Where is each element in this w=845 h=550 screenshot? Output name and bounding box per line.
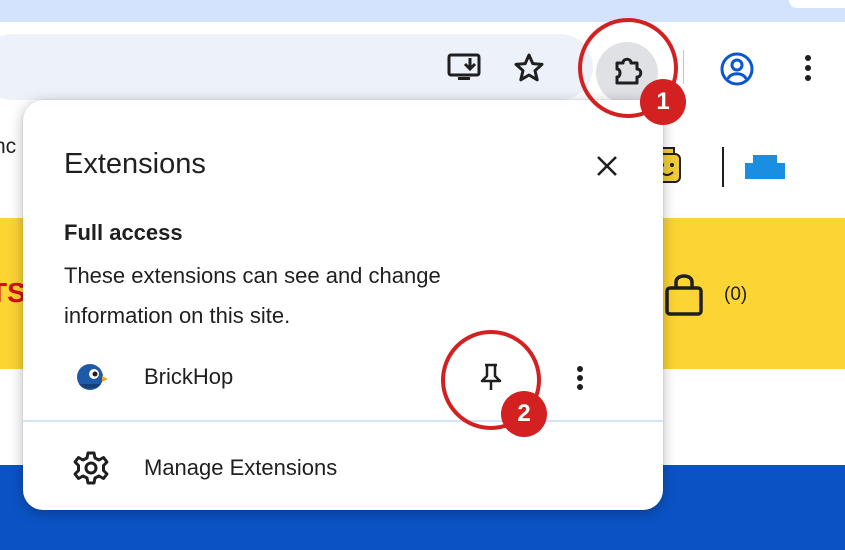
close-icon	[597, 156, 617, 176]
header-text-fragment: nc	[0, 135, 17, 158]
cart-count: (0)	[724, 284, 748, 305]
tab-edge	[789, 0, 845, 8]
profile-icon[interactable]	[717, 49, 757, 89]
toolbar-separator	[683, 50, 684, 84]
extension-name[interactable]: BrickHop	[144, 364, 233, 390]
extension-more-button[interactable]	[565, 360, 595, 396]
more-vert-icon	[577, 366, 583, 390]
section-title: Full access	[64, 220, 183, 245]
brick-logo-icon[interactable]	[742, 150, 788, 182]
more-menu-icon[interactable]	[795, 50, 821, 86]
popup-divider	[23, 420, 663, 422]
bird-logo-icon	[75, 362, 109, 397]
shopping-bag-icon[interactable]	[662, 270, 706, 318]
extensions-popup: Extensions Full access These extensions …	[23, 100, 663, 510]
tab-strip	[0, 0, 845, 22]
gear-icon	[73, 450, 109, 491]
manage-extensions-link[interactable]: Manage Extensions	[144, 455, 337, 481]
annotation-badge-1: 1	[640, 79, 686, 125]
address-bar[interactable]	[0, 34, 593, 100]
section-description: These extensions can see and change info…	[64, 263, 441, 328]
install-app-icon[interactable]	[444, 50, 484, 86]
annotation-badge-2: 2	[501, 391, 547, 437]
close-button[interactable]	[589, 148, 625, 184]
bookmark-star-icon[interactable]	[510, 50, 548, 86]
header-separator	[722, 147, 724, 187]
popup-title: Extensions	[64, 148, 206, 180]
nav-text-fragment: TS	[0, 277, 26, 308]
